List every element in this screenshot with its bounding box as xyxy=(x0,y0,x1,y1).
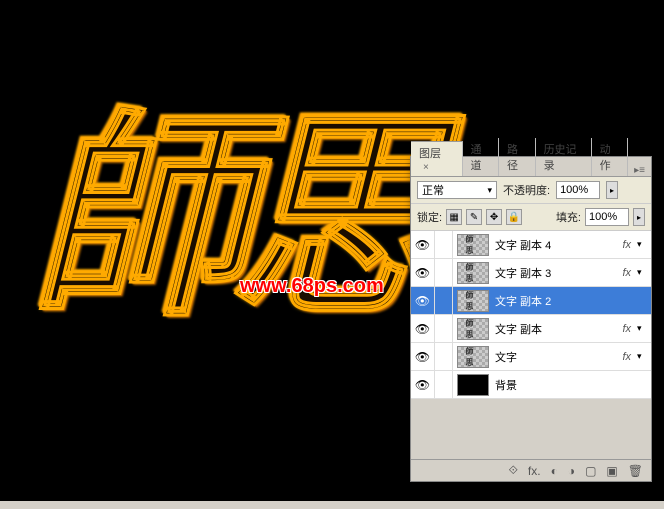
link-col[interactable] xyxy=(435,231,453,258)
eye-icon: 👁 xyxy=(416,268,430,278)
layer-row[interactable]: 👁 背景 xyxy=(411,371,651,399)
frame-border xyxy=(0,501,664,509)
lock-all-icon[interactable]: 🔒 xyxy=(506,209,522,225)
layer-thumbnail[interactable]: 師思 xyxy=(457,318,489,340)
layer-thumbnail[interactable]: 師思 xyxy=(457,290,489,312)
new-layer-icon[interactable]: ▣ xyxy=(606,464,617,478)
visibility-toggle[interactable]: 👁 xyxy=(411,315,435,342)
visibility-toggle[interactable]: 👁 xyxy=(411,231,435,258)
lock-position-icon[interactable]: ✥ xyxy=(486,209,502,225)
blend-row: 正常 不透明度: 100% ▸ xyxy=(411,177,651,204)
visibility-toggle[interactable]: 👁 xyxy=(411,259,435,286)
visibility-toggle[interactable]: 👁 xyxy=(411,287,435,314)
layer-row[interactable]: 👁 師思 文字 副本 3 fx ▾ xyxy=(411,259,651,287)
layer-thumbnail[interactable]: 師思 xyxy=(457,234,489,256)
layer-row[interactable]: 👁 師思 文字 副本 fx ▾ xyxy=(411,315,651,343)
opacity-label: 不透明度: xyxy=(503,182,550,198)
panel-menu-icon[interactable]: ▸≡ xyxy=(628,165,651,176)
layers-list: 👁 師思 文字 副本 4 fx ▾ 👁 師思 文字 副本 3 fx ▾ 👁 師思… xyxy=(411,231,651,399)
layer-thumbnail[interactable] xyxy=(457,374,489,396)
eye-icon: 👁 xyxy=(416,296,430,306)
layers-panel: 图层 × 通道 路径 历史记录 动作 ▸≡ 正常 不透明度: 100% ▸ 锁定… xyxy=(410,156,652,482)
fx-label[interactable]: fx xyxy=(616,267,637,279)
lock-pixels-icon[interactable]: ✎ xyxy=(466,209,482,225)
layer-row[interactable]: 👁 師思 文字 副本 2 xyxy=(411,287,651,315)
fx-label[interactable]: fx xyxy=(616,239,637,251)
tab-paths[interactable]: 路径 xyxy=(499,138,536,176)
layer-thumbnail[interactable]: 師思 xyxy=(457,346,489,368)
layer-name[interactable]: 文字 副本 xyxy=(493,321,616,337)
link-layers-icon[interactable]: ⟐ xyxy=(508,463,517,478)
eye-icon: 👁 xyxy=(416,352,430,362)
adjustment-layer-icon[interactable]: ◑ xyxy=(568,464,575,478)
tab-close-icon[interactable]: × xyxy=(419,162,433,173)
lock-transparency-icon[interactable]: ▦ xyxy=(446,209,462,225)
opacity-arrow-icon[interactable]: ▸ xyxy=(606,181,618,199)
panel-bottom-bar: ⟐ fx. ◐ ◑ ▢ ▣ 🗑 xyxy=(411,459,651,481)
fx-label[interactable]: fx xyxy=(616,323,637,335)
eye-icon: 👁 xyxy=(416,240,430,250)
eye-icon: 👁 xyxy=(416,324,430,334)
tab-layers[interactable]: 图层 × xyxy=(411,141,463,176)
fx-toggle-icon[interactable]: ▾ xyxy=(637,267,651,278)
fill-input[interactable]: 100% xyxy=(585,208,629,226)
layer-thumbnail[interactable]: 師思 xyxy=(457,262,489,284)
watermark: www.68ps.com xyxy=(240,275,384,298)
fx-toggle-icon[interactable]: ▾ xyxy=(637,351,651,362)
delete-layer-icon[interactable]: 🗑 xyxy=(628,464,643,478)
visibility-toggle[interactable]: 👁 xyxy=(411,371,435,398)
panel-tabs: 图层 × 通道 路径 历史记录 动作 ▸≡ xyxy=(411,157,651,177)
link-col[interactable] xyxy=(435,287,453,314)
tab-history[interactable]: 历史记录 xyxy=(536,138,592,176)
layer-name[interactable]: 文字 副本 4 xyxy=(493,237,616,253)
tab-channels[interactable]: 通道 xyxy=(463,138,500,176)
fx-toggle-icon[interactable]: ▾ xyxy=(637,323,651,334)
layer-name[interactable]: 文字 副本 2 xyxy=(493,293,651,309)
layer-group-icon[interactable]: ▢ xyxy=(585,464,596,478)
layer-name[interactable]: 文字 副本 3 xyxy=(493,265,616,281)
link-col[interactable] xyxy=(435,315,453,342)
link-col[interactable] xyxy=(435,259,453,286)
layer-row[interactable]: 👁 師思 文字 fx ▾ xyxy=(411,343,651,371)
text-effect: 師思 xyxy=(30,40,430,358)
fx-label[interactable]: fx xyxy=(616,351,637,363)
lock-label: 锁定: xyxy=(417,209,442,225)
layer-style-icon[interactable]: fx. xyxy=(528,464,541,478)
fx-toggle-icon[interactable]: ▾ xyxy=(637,239,651,250)
eye-icon: 👁 xyxy=(416,380,430,390)
fill-arrow-icon[interactable]: ▸ xyxy=(633,208,645,226)
tab-actions[interactable]: 动作 xyxy=(592,138,629,176)
layer-row[interactable]: 👁 師思 文字 副本 4 fx ▾ xyxy=(411,231,651,259)
opacity-input[interactable]: 100% xyxy=(556,181,600,199)
blend-mode-select[interactable]: 正常 xyxy=(417,181,497,199)
layer-name[interactable]: 文字 xyxy=(493,349,616,365)
visibility-toggle[interactable]: 👁 xyxy=(411,343,435,370)
lock-row: 锁定: ▦ ✎ ✥ 🔒 填充: 100% ▸ xyxy=(411,204,651,231)
layer-mask-icon[interactable]: ◐ xyxy=(551,464,558,478)
blend-mode-value: 正常 xyxy=(422,182,444,198)
layer-name[interactable]: 背景 xyxy=(493,377,651,393)
link-col[interactable] xyxy=(435,343,453,370)
link-col[interactable] xyxy=(435,371,453,398)
fill-label: 填充: xyxy=(556,209,581,225)
tab-layers-label: 图层 xyxy=(419,148,441,160)
